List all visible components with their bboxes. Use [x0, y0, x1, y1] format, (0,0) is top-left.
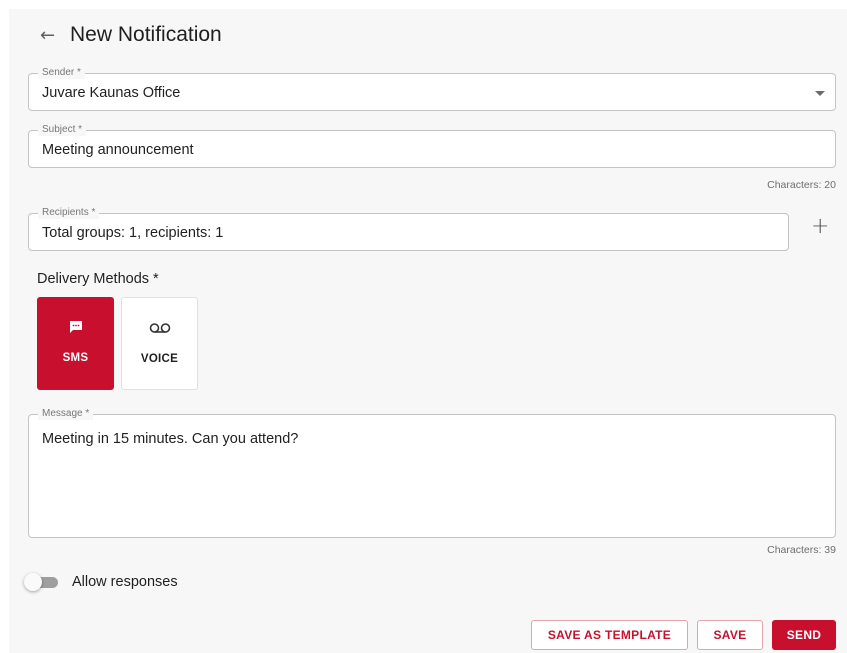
- voicemail-icon: [149, 320, 171, 336]
- message-textarea[interactable]: Message * Meeting in 15 minutes. Can you…: [28, 408, 836, 538]
- message-icon: [68, 319, 84, 335]
- sender-label: Sender *: [38, 67, 85, 79]
- plus-icon[interactable]: +: [811, 214, 829, 239]
- subject-character-counter: Characters: 20: [767, 179, 836, 191]
- recipients-label: Recipients *: [38, 207, 100, 219]
- arrow-left-icon[interactable]: ←: [40, 25, 62, 46]
- subject-value: Meeting announcement: [42, 142, 194, 158]
- delivery-method-sms[interactable]: SMS: [37, 297, 114, 390]
- sender-select[interactable]: Sender * Juvare Kaunas Office: [28, 67, 836, 111]
- message-character-counter: Characters: 39: [767, 544, 836, 556]
- toggle-knob: [24, 573, 42, 591]
- allow-responses-label: Allow responses: [72, 574, 178, 590]
- voice-label: VOICE: [140, 353, 179, 365]
- sender-value: Juvare Kaunas Office: [42, 85, 181, 101]
- save-button[interactable]: SAVE: [697, 620, 763, 650]
- delivery-method-voice[interactable]: VOICE: [121, 297, 198, 390]
- sms-label: SMS: [62, 352, 89, 364]
- recipients-field[interactable]: Recipients * Total groups: 1, recipients…: [28, 207, 789, 251]
- send-button[interactable]: SEND: [772, 620, 836, 650]
- subject-field[interactable]: Subject * Meeting announcement: [28, 124, 836, 168]
- delivery-methods-label: Delivery Methods *: [37, 271, 159, 287]
- message-value: Meeting in 15 minutes. Can you attend?: [42, 431, 299, 447]
- chevron-down-icon[interactable]: [815, 91, 825, 96]
- recipients-value: Total groups: 1, recipients: 1: [42, 225, 224, 241]
- save-as-template-button[interactable]: SAVE AS TEMPLATE: [531, 620, 688, 650]
- page-header: ← New Notification: [40, 22, 222, 48]
- message-label: Message *: [38, 408, 94, 420]
- subject-label: Subject *: [38, 124, 87, 136]
- page-title: New Notification: [70, 23, 222, 46]
- allow-responses-toggle[interactable]: [24, 572, 60, 592]
